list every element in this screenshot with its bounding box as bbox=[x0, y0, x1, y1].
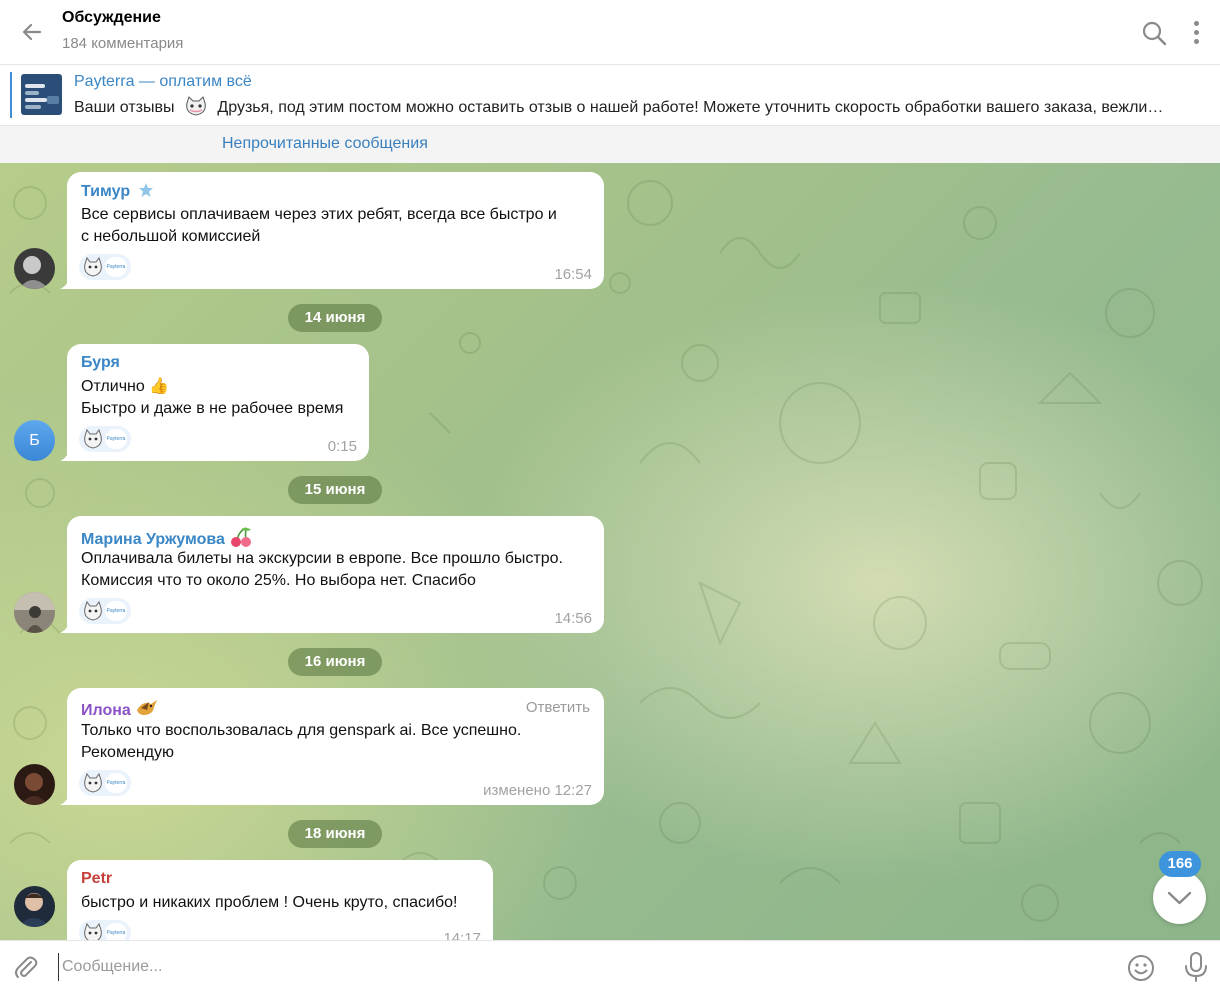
avatar-photo bbox=[14, 592, 55, 633]
cat-sticker-icon bbox=[84, 600, 102, 621]
payterra-logo: Payterra bbox=[105, 257, 127, 277]
message-text: Отлично 👍 Быстро и даже в не рабочее вре… bbox=[81, 378, 344, 417]
reaction-chip[interactable]: Payterra bbox=[79, 426, 131, 452]
payterra-logo: Payterra bbox=[105, 773, 127, 793]
date-separator: 15 июня bbox=[288, 476, 382, 504]
bird-badge-icon bbox=[137, 700, 158, 715]
message-author[interactable]: Буря bbox=[81, 354, 120, 372]
cat-sticker-icon bbox=[84, 256, 102, 277]
scroll-down-button[interactable] bbox=[1153, 871, 1206, 924]
message-composer bbox=[0, 940, 1220, 990]
message-text: быстро и никаких проблем ! Очень круто, … bbox=[81, 894, 458, 911]
cat-sticker-icon bbox=[84, 772, 102, 793]
cat-sticker-icon bbox=[186, 96, 206, 116]
pinned-thumbnail bbox=[21, 74, 62, 115]
payterra-logo: Payterra bbox=[105, 601, 127, 621]
message-author[interactable]: Марина Уржумова bbox=[81, 526, 253, 549]
bubble-tail bbox=[60, 621, 70, 633]
back-arrow-icon bbox=[22, 23, 42, 41]
date-separator: 14 июня bbox=[288, 304, 382, 332]
message-author[interactable]: Илона bbox=[81, 698, 159, 720]
reaction-chip[interactable]: Payterra bbox=[79, 920, 131, 940]
reaction-chip[interactable]: Payterra bbox=[79, 598, 131, 624]
search-icon bbox=[1142, 21, 1167, 46]
message-bubble[interactable]: Марина Уржумова Оплачивала билеты на экс… bbox=[60, 516, 604, 633]
reply-link[interactable]: Ответить bbox=[526, 699, 590, 716]
more-vertical-icon[interactable] bbox=[1184, 17, 1208, 47]
reaction-chip[interactable]: Payterra bbox=[79, 254, 131, 280]
pinned-text-rest: Друзья, под этим постом можно оставить о… bbox=[217, 99, 1164, 116]
cherries-badge-icon bbox=[231, 527, 252, 547]
avatar[interactable] bbox=[14, 764, 55, 805]
avatar[interactable]: Б bbox=[14, 420, 55, 461]
pinned-post[interactable]: Payterra — оплатим всё Ваши отзывы Друзь… bbox=[0, 65, 1220, 126]
avatar-photo bbox=[14, 764, 55, 805]
unread-divider: Непрочитанные сообщения bbox=[0, 126, 1220, 163]
reaction-chip[interactable]: Payterra bbox=[79, 770, 131, 796]
message-time: 0:15 bbox=[327, 438, 357, 455]
pinned-text: Ваши отзывы Друзья, под этим постом можн… bbox=[74, 95, 1214, 117]
message-time: 14:56 bbox=[554, 610, 592, 627]
unread-count-badge: 166 bbox=[1159, 851, 1201, 877]
search-button[interactable] bbox=[1140, 19, 1168, 47]
message-input[interactable] bbox=[58, 953, 1098, 981]
emoji-icon bbox=[1128, 955, 1154, 981]
paperclip-icon bbox=[15, 956, 38, 978]
voice-record-button[interactable] bbox=[1182, 951, 1210, 983]
comment-count: 184 комментария bbox=[62, 35, 184, 52]
message-bubble[interactable]: Илона Ответить Только что воспользовалас… bbox=[60, 688, 604, 805]
message-bubble[interactable]: Petr быстро и никаких проблем ! Очень кр… bbox=[67, 860, 493, 940]
chevron-down-icon bbox=[1167, 891, 1192, 905]
pinned-accent-bar bbox=[10, 72, 12, 118]
message-time: 16:54 bbox=[554, 266, 592, 283]
emoji-button[interactable] bbox=[1126, 953, 1156, 983]
bubble-tail bbox=[60, 449, 70, 461]
attach-button[interactable] bbox=[12, 953, 40, 981]
payterra-logo: Payterra bbox=[105, 923, 127, 940]
message-list[interactable]: Тимур Все сервисы оплачиваем через этих … bbox=[0, 163, 1220, 940]
message-author[interactable]: Petr bbox=[81, 870, 112, 888]
message-bubble[interactable]: Буря Отлично 👍 Быстро и даже в не рабоче… bbox=[60, 344, 369, 461]
date-separator: 18 июня bbox=[288, 820, 382, 848]
microphone-icon bbox=[1185, 952, 1207, 982]
avatar-photo bbox=[14, 248, 55, 289]
pinned-title: Payterra — оплатим всё bbox=[74, 73, 252, 90]
message-text: Только что воспользовалась для genspark … bbox=[81, 722, 522, 761]
avatar[interactable] bbox=[14, 592, 55, 633]
payterra-logo: Payterra bbox=[105, 429, 127, 449]
bubble-tail bbox=[60, 793, 70, 805]
message-time: 14:17 bbox=[443, 930, 481, 940]
star-badge-icon bbox=[138, 183, 153, 197]
message-time: изменено 12:27 bbox=[483, 782, 592, 799]
pinned-text-start: Ваши отзывы bbox=[74, 99, 175, 116]
cat-sticker-icon bbox=[84, 428, 102, 449]
message-text: Все сервисы оплачиваем через этих ребят,… bbox=[81, 206, 557, 245]
chat-header: Обсуждение 184 комментария bbox=[0, 0, 1220, 65]
cat-sticker-icon bbox=[84, 922, 102, 940]
unread-label: Непрочитанные сообщения bbox=[222, 135, 428, 152]
message-text: Оплачивала билеты на экскурсии в европе.… bbox=[81, 550, 563, 589]
message-author[interactable]: Тимур bbox=[81, 182, 154, 201]
avatar[interactable] bbox=[14, 248, 55, 289]
message-bubble[interactable]: Тимур Все сервисы оплачиваем через этих … bbox=[60, 172, 604, 289]
avatar-photo bbox=[14, 886, 55, 927]
back-button[interactable] bbox=[18, 18, 46, 46]
chat-title: Обсуждение bbox=[62, 9, 161, 26]
bubble-tail bbox=[60, 277, 70, 289]
avatar[interactable] bbox=[14, 886, 55, 927]
date-separator: 16 июня bbox=[288, 648, 382, 676]
